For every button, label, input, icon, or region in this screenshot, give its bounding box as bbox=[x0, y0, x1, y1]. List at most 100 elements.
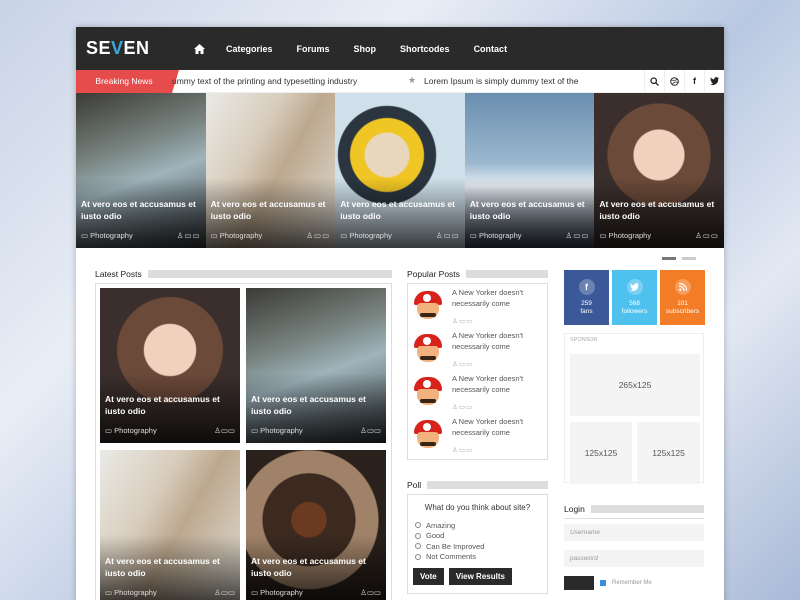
slider-dot[interactable] bbox=[662, 257, 676, 260]
login-section: Login Username password Remember Me bbox=[564, 504, 704, 590]
remember-checkbox[interactable] bbox=[600, 580, 606, 586]
facebook-icon[interactable]: f bbox=[684, 69, 704, 93]
home-icon[interactable] bbox=[186, 27, 214, 70]
slide-meta: ▭ Photography ♙▭▭ bbox=[211, 231, 331, 240]
thumbnail-image[interactable] bbox=[412, 375, 446, 409]
slide-meta: ▭ Photography ♙▭▭ bbox=[340, 231, 460, 240]
slide-meta: ▭ Photography ♙▭▭ bbox=[81, 231, 201, 240]
folder-icon: ▭ Photography bbox=[599, 231, 652, 240]
site-logo[interactable]: SEVEN bbox=[76, 38, 186, 59]
slide-category[interactable]: Photography bbox=[349, 231, 392, 240]
rss-counter[interactable]: 101 subscribers bbox=[660, 270, 705, 325]
list-item[interactable]: A New Yorker doesn't necessarily come ♙▭… bbox=[408, 287, 547, 330]
slider-pagination bbox=[662, 257, 696, 260]
username-input[interactable]: Username bbox=[564, 524, 704, 541]
password-input[interactable]: password bbox=[564, 550, 704, 567]
slide-meta: ▭ Photography ♙▭▭ bbox=[470, 231, 590, 240]
facebook-counter[interactable]: f 259 fans bbox=[564, 270, 609, 325]
post-category[interactable]: Photography bbox=[114, 588, 157, 597]
poll-option[interactable]: Not Comments bbox=[413, 552, 542, 563]
nav-shortcodes[interactable]: Shortcodes bbox=[388, 27, 462, 70]
sponsor-section: SPONSOR 265x125 125x125 125x125 bbox=[564, 333, 704, 484]
ad-banner-large[interactable]: 265x125 bbox=[570, 354, 700, 416]
title-divider bbox=[147, 270, 392, 278]
post-tile[interactable]: At vero eos et accusamus et iusto odio ▭… bbox=[100, 288, 240, 443]
slide-caption[interactable]: At vero eos et accusamus et iusto odio bbox=[599, 198, 719, 222]
poll-buttons: Vote View Results bbox=[413, 568, 542, 585]
slide-category[interactable]: Photography bbox=[90, 231, 133, 240]
list-item[interactable]: A New Yorker doesn't necessarily come ♙▭… bbox=[408, 330, 547, 373]
star-icon: ★ bbox=[408, 74, 417, 85]
slide-category[interactable]: Photography bbox=[220, 231, 263, 240]
poll-option-label: Not Comments bbox=[426, 552, 477, 562]
ticker-item[interactable]: ummy text of the printing and typesettin… bbox=[172, 76, 357, 86]
folder-icon: ▭ Photography bbox=[105, 588, 157, 597]
nav-contact[interactable]: Contact bbox=[462, 27, 520, 70]
post-caption[interactable]: At vero eos et accusamus et iusto odio bbox=[105, 555, 235, 579]
title-divider bbox=[590, 505, 704, 513]
post-category[interactable]: Photography bbox=[114, 426, 157, 435]
ticker-item[interactable]: Lorem Ipsum is simply dummy text of the bbox=[424, 76, 578, 86]
slide[interactable]: At vero eos et accusamus et iusto odio ▭… bbox=[335, 93, 465, 248]
twitter-counter[interactable]: 568 followers bbox=[612, 270, 657, 325]
poll-option[interactable]: Good bbox=[413, 531, 542, 542]
slide-meta: ▭ Photography ♙▭▭ bbox=[599, 231, 719, 240]
news-ticker: ummy text of the printing and typesettin… bbox=[172, 70, 644, 93]
twitter-icon bbox=[626, 279, 643, 295]
slide-category[interactable]: Photography bbox=[479, 231, 522, 240]
thumbnail-image[interactable] bbox=[412, 332, 446, 366]
slide-caption[interactable]: At vero eos et accusamus et iusto odio bbox=[470, 198, 590, 222]
slide-category[interactable]: Photography bbox=[609, 231, 652, 240]
slide-caption[interactable]: At vero eos et accusamus et iusto odio bbox=[211, 198, 331, 222]
nav-categories[interactable]: Categories bbox=[214, 27, 285, 70]
post-tile[interactable]: At vero eos et accusamus et iusto odio ▭… bbox=[246, 450, 386, 600]
ad-banner-small[interactable]: 125x125 bbox=[570, 422, 632, 484]
login-button[interactable] bbox=[564, 576, 594, 590]
meta-icons: ♙▭▭ bbox=[214, 588, 235, 597]
twitter-label: followers bbox=[621, 308, 648, 315]
slide[interactable]: At vero eos et accusamus et iusto odio ▭… bbox=[76, 93, 206, 248]
poll-option[interactable]: Amazing bbox=[413, 520, 542, 531]
breaking-news-bar: Breaking News ummy text of the printing … bbox=[76, 69, 724, 93]
slide[interactable]: At vero eos et accusamus et iusto odio ▭… bbox=[594, 93, 724, 248]
thumbnail-image[interactable] bbox=[412, 418, 446, 452]
nav-shop[interactable]: Shop bbox=[342, 27, 389, 70]
list-item[interactable]: A New Yorker doesn't necessarily come ♙▭… bbox=[408, 373, 547, 416]
vote-button[interactable]: Vote bbox=[413, 568, 444, 585]
view-results-button[interactable]: View Results bbox=[448, 568, 512, 585]
twitter-icon[interactable] bbox=[704, 69, 724, 93]
post-category[interactable]: Photography bbox=[260, 426, 303, 435]
dribbble-icon[interactable] bbox=[664, 69, 684, 93]
meta-icons: ♙▭▭ bbox=[360, 426, 381, 435]
rss-label: subscribers bbox=[665, 308, 700, 315]
radio-button[interactable] bbox=[415, 522, 421, 529]
poll-option[interactable]: Can Be Improved bbox=[413, 541, 542, 552]
slide-caption[interactable]: At vero eos et accusamus et iusto odio bbox=[81, 198, 201, 222]
post-tile[interactable]: At vero eos et accusamus et iusto odio ▭… bbox=[246, 288, 386, 443]
slider-dot[interactable] bbox=[682, 257, 696, 260]
search-icon[interactable] bbox=[644, 69, 664, 93]
rss-icon bbox=[674, 279, 691, 295]
slide-caption[interactable]: At vero eos et accusamus et iusto odio bbox=[340, 198, 460, 222]
post-caption[interactable]: At vero eos et accusamus et iusto odio bbox=[105, 393, 235, 417]
post-tile[interactable]: At vero eos et accusamus et iusto odio ▭… bbox=[100, 450, 240, 600]
login-form: Username password Remember Me bbox=[564, 518, 704, 590]
thumbnail-image[interactable] bbox=[412, 289, 446, 323]
meta-icons: ♙▭▭ bbox=[452, 404, 474, 411]
post-caption[interactable]: At vero eos et accusamus et iusto odio bbox=[251, 555, 381, 579]
post-caption[interactable]: At vero eos et accusamus et iusto odio bbox=[251, 393, 381, 417]
meta-icons: ♙▭▭ bbox=[452, 361, 474, 368]
facebook-label: fans bbox=[580, 308, 593, 315]
ad-banner-small[interactable]: 125x125 bbox=[637, 422, 700, 484]
slide[interactable]: At vero eos et accusamus et iusto odio ▭… bbox=[205, 93, 336, 248]
nav-forums[interactable]: Forums bbox=[285, 27, 342, 70]
radio-button[interactable] bbox=[415, 543, 421, 550]
radio-button[interactable] bbox=[415, 553, 421, 560]
meta-icons: ♙▭▭ bbox=[435, 231, 460, 240]
slide[interactable]: At vero eos et accusamus et iusto odio ▭… bbox=[464, 93, 595, 248]
sponsor-label: SPONSOR bbox=[570, 337, 598, 343]
list-item[interactable]: A New Yorker doesn't necessarily come ♙▭… bbox=[408, 416, 547, 459]
post-category[interactable]: Photography bbox=[260, 588, 303, 597]
radio-button[interactable] bbox=[415, 532, 421, 539]
poll-option-label: Amazing bbox=[426, 520, 456, 530]
